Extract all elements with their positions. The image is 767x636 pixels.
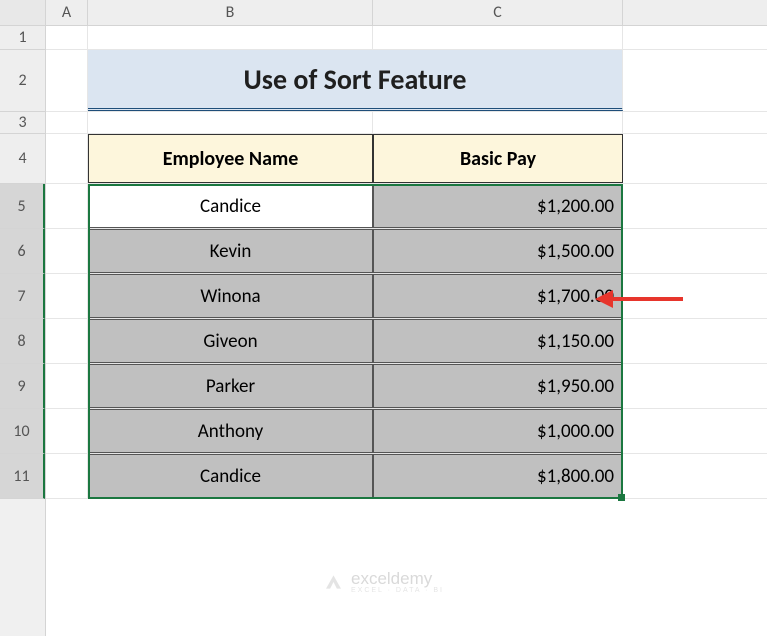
row-header-3[interactable]: 3: [0, 112, 45, 134]
cell-c10[interactable]: $1,000.00: [373, 409, 623, 453]
watermark-brand: exceldemy: [351, 569, 444, 589]
cell-c8[interactable]: $1,150.00: [373, 319, 623, 363]
row-headers: 1 2 3 4 5 6 7 8 9 10 11: [0, 0, 46, 636]
cell-a4[interactable]: [46, 134, 88, 183]
row-header-6[interactable]: 6: [0, 229, 45, 274]
cell-b6[interactable]: Kevin: [88, 229, 373, 273]
cell-c9[interactable]: $1,950.00: [373, 364, 623, 408]
watermark: exceldemy EXCEL · DATA · BI: [323, 569, 444, 594]
cell-a6[interactable]: [46, 229, 88, 273]
cell-c3[interactable]: [373, 112, 623, 133]
cell-a7[interactable]: [46, 274, 88, 318]
header-pay[interactable]: Basic Pay: [373, 134, 623, 183]
cell-c11[interactable]: $1,800.00: [373, 454, 623, 498]
row-header-10[interactable]: 10: [0, 409, 45, 454]
cell-c6[interactable]: $1,500.00: [373, 229, 623, 273]
cell-b7[interactable]: Winona: [88, 274, 373, 318]
cell-b5[interactable]: Candice: [88, 184, 373, 228]
cell-c5[interactable]: $1,200.00: [373, 184, 623, 228]
cell-a1[interactable]: [46, 26, 88, 49]
grid-area: A B C Use of Sort Feature Employee Name: [46, 0, 767, 636]
arrow-head-icon: [595, 290, 613, 308]
cell-b8[interactable]: Giveon: [88, 319, 373, 363]
row-header-7[interactable]: 7: [0, 274, 45, 319]
row-header-5[interactable]: 5: [0, 184, 45, 229]
select-all-corner[interactable]: [0, 0, 45, 26]
cell-c7[interactable]: $1,700.00: [373, 274, 623, 318]
row-header-11[interactable]: 11: [0, 454, 45, 499]
col-header-c[interactable]: C: [373, 0, 623, 25]
cell-a8[interactable]: [46, 319, 88, 363]
col-header-b[interactable]: B: [88, 0, 373, 25]
cell-a3[interactable]: [46, 112, 88, 133]
row-header-1[interactable]: 1: [0, 26, 45, 50]
watermark-logo-icon: [323, 572, 343, 592]
title-cell[interactable]: Use of Sort Feature: [88, 50, 623, 111]
col-header-a[interactable]: A: [46, 0, 88, 25]
row-header-2[interactable]: 2: [0, 50, 45, 112]
column-headers: A B C: [46, 0, 767, 26]
cell-a10[interactable]: [46, 409, 88, 453]
cell-b3[interactable]: [88, 112, 373, 133]
cell-a9[interactable]: [46, 364, 88, 408]
cell-b10[interactable]: Anthony: [88, 409, 373, 453]
cells: Use of Sort Feature Employee Name Basic …: [46, 26, 767, 636]
row-header-9[interactable]: 9: [0, 364, 45, 409]
cell-a11[interactable]: [46, 454, 88, 498]
header-name[interactable]: Employee Name: [88, 134, 373, 183]
cell-b11[interactable]: Candice: [88, 454, 373, 498]
row-header-8[interactable]: 8: [0, 319, 45, 364]
cell-c1[interactable]: [373, 26, 623, 49]
spreadsheet: 1 2 3 4 5 6 7 8 9 10 11 A B C Use of Sor…: [0, 0, 767, 636]
cell-b9[interactable]: Parker: [88, 364, 373, 408]
cell-a5[interactable]: [46, 184, 88, 228]
row-header-4[interactable]: 4: [0, 134, 45, 184]
watermark-sub: EXCEL · DATA · BI: [351, 587, 444, 594]
arrow-line: [613, 297, 683, 301]
cell-b1[interactable]: [88, 26, 373, 49]
annotation-arrow: [595, 290, 683, 308]
cell-a2[interactable]: [46, 50, 88, 111]
